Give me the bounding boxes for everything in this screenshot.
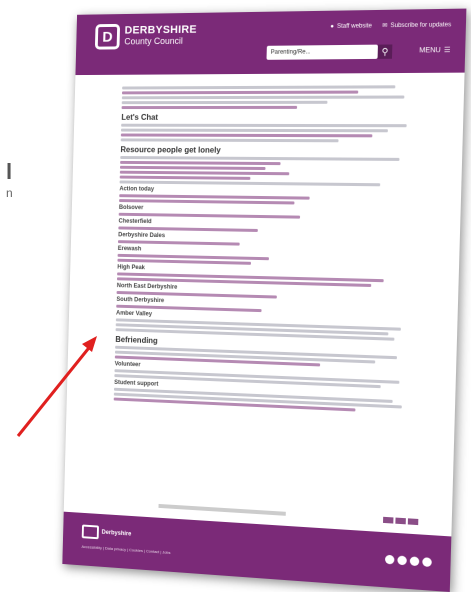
text-line[interactable] xyxy=(121,90,359,95)
logo-mark-icon: D xyxy=(94,23,121,50)
article-body: Let's Chat Resource people get lonely Ac… xyxy=(113,83,421,416)
subscribe-link[interactable]: ✉ Subscribe for updates xyxy=(382,21,452,30)
mail-icon: ✉ xyxy=(382,23,388,30)
hamburger-icon: ☰ xyxy=(443,46,451,55)
cropped-side-subtitle: n xyxy=(6,186,13,200)
social-links xyxy=(384,554,432,568)
text-line[interactable] xyxy=(120,133,373,138)
subheading: South Derbyshire xyxy=(116,296,165,305)
search-input[interactable]: Parenting/Re... xyxy=(266,44,378,60)
share-buttons xyxy=(382,516,419,526)
text-line[interactable] xyxy=(117,240,240,246)
text-line xyxy=(120,128,388,133)
text-line[interactable] xyxy=(118,226,258,232)
text-line xyxy=(121,100,328,105)
staff-link-label: Staff website xyxy=(336,22,372,30)
share-button[interactable] xyxy=(395,517,406,525)
logo-line1: DERBYSHIRE xyxy=(124,23,197,37)
footer-links[interactable]: Accessibility | Data privacy | Cookies |… xyxy=(81,544,170,555)
site-header: D DERBYSHIRE County Council ● Staff webs… xyxy=(75,8,467,76)
text-line xyxy=(120,156,400,161)
instagram-icon[interactable] xyxy=(422,557,432,568)
text-line[interactable] xyxy=(120,160,281,166)
youtube-icon[interactable] xyxy=(409,556,420,567)
text-line[interactable] xyxy=(121,105,298,110)
subscribe-link-label: Subscribe for updates xyxy=(390,21,452,29)
text-line xyxy=(119,180,381,187)
facebook-icon[interactable] xyxy=(384,554,395,565)
top-links: ● Staff website ✉ Subscribe for updates xyxy=(330,21,451,30)
cropped-side-title: l xyxy=(6,159,13,184)
text-line[interactable] xyxy=(119,199,295,205)
menu-label: MENU xyxy=(419,46,441,54)
text-line xyxy=(121,95,405,100)
text-line xyxy=(121,123,407,128)
user-icon: ● xyxy=(330,23,335,30)
footer-logo[interactable]: Derbyshire xyxy=(81,524,132,542)
footer-logo-text: Derbyshire xyxy=(101,529,132,538)
logo-line2: County Council xyxy=(124,35,183,47)
search-button[interactable]: ⚲ xyxy=(377,44,393,59)
twitter-icon[interactable] xyxy=(397,555,407,566)
section-heading: Resource people get lonely xyxy=(120,145,221,155)
text-line[interactable] xyxy=(117,258,252,265)
search-icon: ⚲ xyxy=(381,46,389,57)
text-line xyxy=(120,138,339,143)
staff-website-link[interactable]: ● Staff website xyxy=(330,22,372,30)
share-button[interactable] xyxy=(382,516,394,524)
logo-mark-icon xyxy=(81,524,99,540)
text-line[interactable] xyxy=(119,165,266,171)
feedback-prompt[interactable] xyxy=(158,503,286,516)
share-button[interactable] xyxy=(407,518,419,526)
text-line xyxy=(122,85,396,90)
council-logo[interactable]: D DERBYSHIRE County Council xyxy=(94,23,197,50)
section-heading: Let's Chat xyxy=(121,112,159,122)
text-line[interactable] xyxy=(119,175,251,180)
page-screenshot: D DERBYSHIRE County Council ● Staff webs… xyxy=(62,8,467,592)
text-line[interactable] xyxy=(119,170,290,176)
text-line[interactable] xyxy=(118,212,301,219)
menu-button[interactable]: MENU ☰ xyxy=(419,46,450,55)
